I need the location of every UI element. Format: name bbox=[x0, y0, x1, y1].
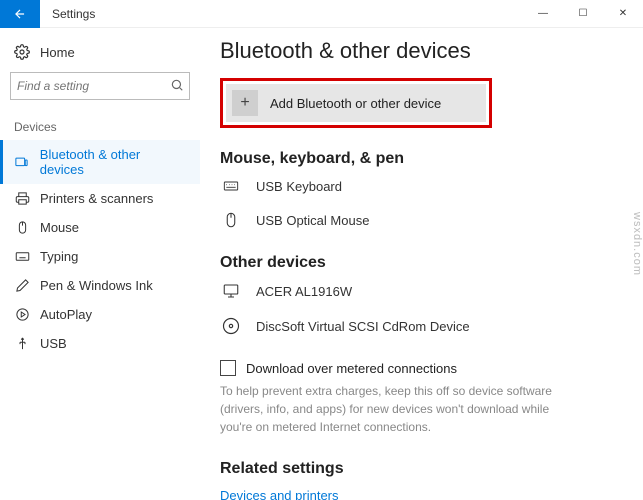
section-heading: Related settings bbox=[220, 460, 623, 478]
home-label: Home bbox=[40, 45, 75, 60]
nav-label: Mouse bbox=[40, 220, 79, 235]
close-button[interactable]: ✕ bbox=[603, 0, 643, 28]
sidebar-item-bluetooth[interactable]: Bluetooth & other devices bbox=[0, 140, 200, 184]
main-content: Bluetooth & other devices + Add Bluetoot… bbox=[200, 28, 643, 500]
devices-icon bbox=[14, 155, 30, 170]
minimize-button[interactable]: — bbox=[523, 0, 563, 28]
device-name: ACER AL1916W bbox=[256, 284, 352, 299]
mouse-icon bbox=[14, 220, 30, 235]
window-title: Settings bbox=[52, 7, 95, 21]
section-metered: Download over metered connections To hel… bbox=[220, 360, 623, 436]
plus-icon: + bbox=[232, 90, 258, 116]
device-row[interactable]: DiscSoft Virtual SCSI CdRom Device bbox=[220, 316, 623, 336]
usb-icon bbox=[14, 336, 30, 351]
nav-label: AutoPlay bbox=[40, 307, 92, 322]
section-other-devices: Other devices ACER AL1916W DiscSoft Virt… bbox=[220, 254, 623, 336]
add-device-label: Add Bluetooth or other device bbox=[270, 96, 441, 111]
sidebar-item-pen[interactable]: Pen & Windows Ink bbox=[0, 271, 200, 300]
sidebar-item-autoplay[interactable]: AutoPlay bbox=[0, 300, 200, 329]
link-devices-printers[interactable]: Devices and printers bbox=[220, 488, 623, 500]
watermark: wsxdn.com bbox=[631, 212, 643, 276]
device-row[interactable]: ACER AL1916W bbox=[220, 282, 623, 300]
section-heading: Mouse, keyboard, & pen bbox=[220, 150, 623, 168]
monitor-icon bbox=[220, 282, 242, 300]
device-row[interactable]: USB Optical Mouse bbox=[220, 210, 623, 230]
section-related: Related settings Devices and printers So… bbox=[220, 460, 623, 500]
page-title: Bluetooth & other devices bbox=[220, 38, 623, 64]
metered-help-text: To help prevent extra charges, keep this… bbox=[220, 382, 580, 436]
sidebar-item-mouse[interactable]: Mouse bbox=[0, 213, 200, 242]
autoplay-icon bbox=[14, 307, 30, 322]
section-heading: Other devices bbox=[220, 254, 623, 272]
metered-checkbox-row[interactable]: Download over metered connections bbox=[220, 360, 623, 376]
checkbox-label: Download over metered connections bbox=[246, 361, 457, 376]
gear-icon bbox=[14, 44, 30, 60]
device-name: DiscSoft Virtual SCSI CdRom Device bbox=[256, 319, 470, 334]
keyboard-icon bbox=[14, 249, 30, 264]
add-device-button[interactable]: + Add Bluetooth or other device bbox=[226, 84, 486, 122]
nav-label: Typing bbox=[40, 249, 78, 264]
printer-icon bbox=[14, 191, 30, 206]
home-nav[interactable]: Home bbox=[0, 38, 200, 66]
search-icon bbox=[170, 78, 184, 97]
disc-icon bbox=[220, 316, 242, 336]
title-bar: Settings — ☐ ✕ bbox=[0, 0, 643, 28]
add-device-highlight: + Add Bluetooth or other device bbox=[220, 78, 492, 128]
search-input[interactable] bbox=[10, 72, 190, 100]
back-button[interactable] bbox=[0, 0, 40, 28]
window-controls: — ☐ ✕ bbox=[523, 0, 643, 28]
pen-icon bbox=[14, 278, 30, 293]
sidebar: Home Devices Bluetooth & other devices P… bbox=[0, 28, 200, 500]
section-mouse-keyboard-pen: Mouse, keyboard, & pen USB Keyboard USB … bbox=[220, 150, 623, 230]
nav-label: Pen & Windows Ink bbox=[40, 278, 153, 293]
checkbox-icon[interactable] bbox=[220, 360, 236, 376]
device-name: USB Optical Mouse bbox=[256, 213, 369, 228]
nav-label: Bluetooth & other devices bbox=[40, 147, 186, 177]
search-container bbox=[10, 72, 190, 100]
arrow-left-icon bbox=[13, 7, 27, 21]
sidebar-item-usb[interactable]: USB bbox=[0, 329, 200, 358]
nav-label: USB bbox=[40, 336, 67, 351]
nav-label: Printers & scanners bbox=[40, 191, 153, 206]
maximize-button[interactable]: ☐ bbox=[563, 0, 603, 28]
sidebar-item-printers[interactable]: Printers & scanners bbox=[0, 184, 200, 213]
device-row[interactable]: USB Keyboard bbox=[220, 178, 623, 194]
sidebar-item-typing[interactable]: Typing bbox=[0, 242, 200, 271]
device-name: USB Keyboard bbox=[256, 179, 342, 194]
nav-group-label: Devices bbox=[0, 114, 200, 140]
mouse-icon bbox=[220, 210, 242, 230]
keyboard-icon bbox=[220, 178, 242, 194]
